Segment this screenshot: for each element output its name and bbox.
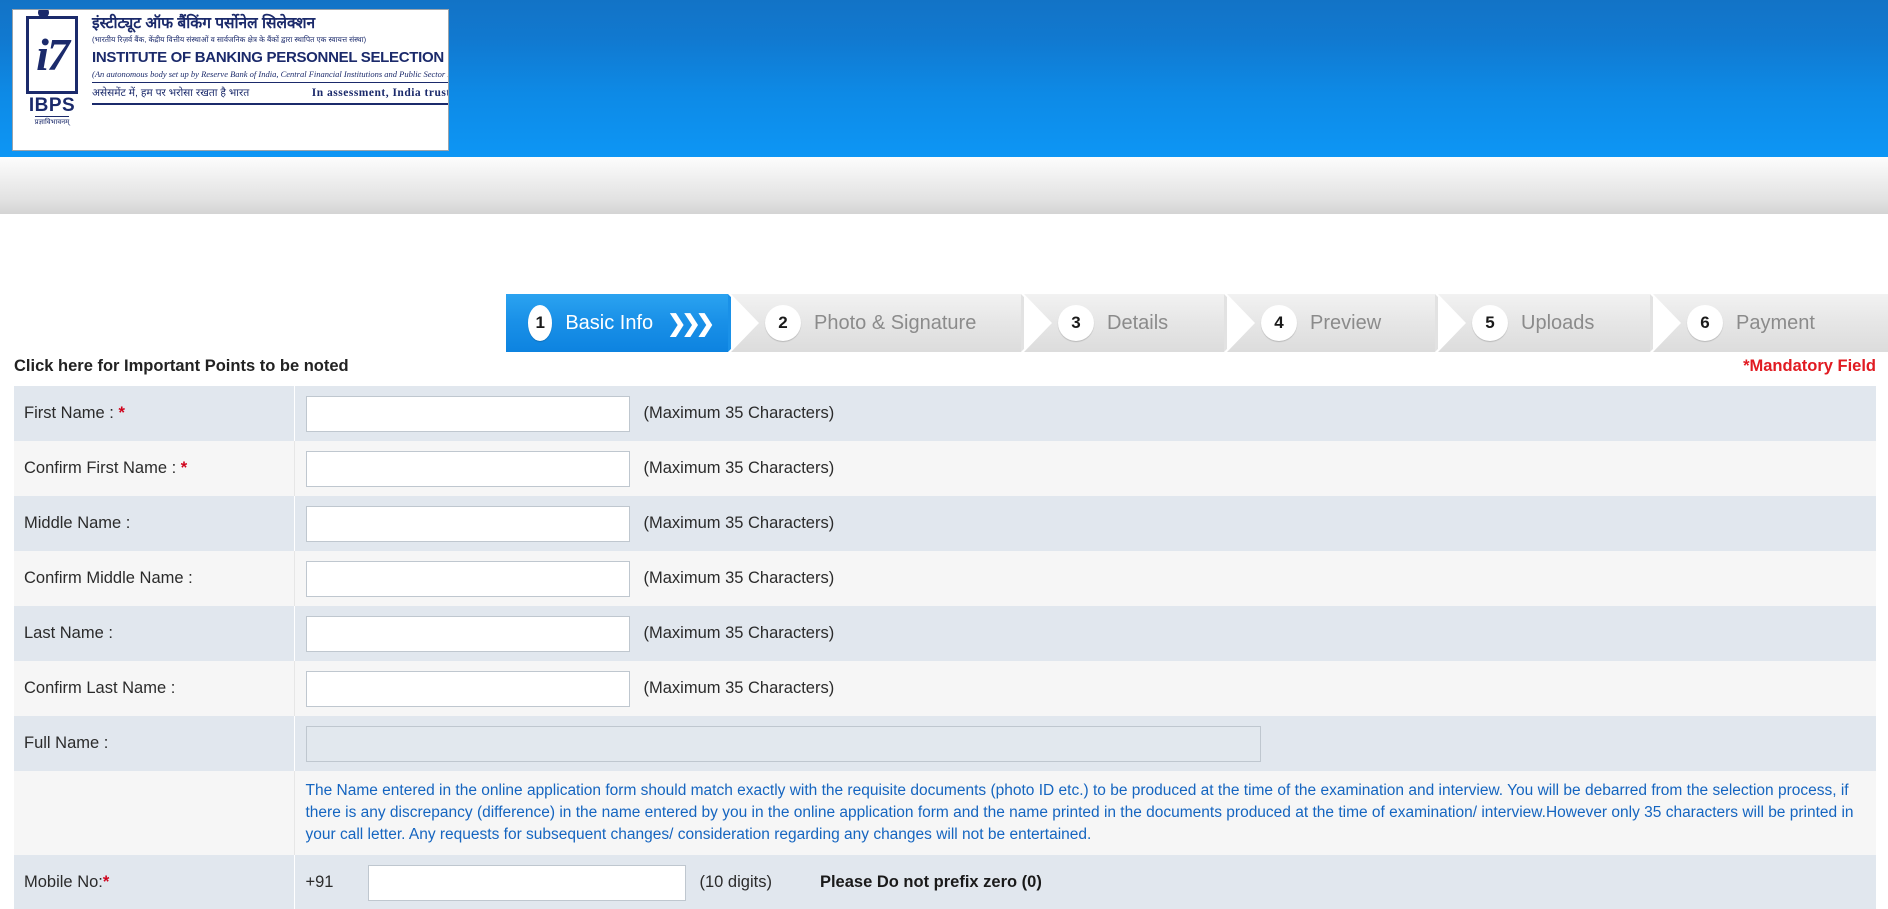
first-name-hint: (Maximum 35 Characters) bbox=[643, 404, 835, 422]
form-subheader: Click here for Important Points to be no… bbox=[0, 352, 1888, 386]
table-row: Full Name : bbox=[14, 716, 1876, 771]
application-step-nav: 1 Basic Info ❯❯❯ 2 Photo & Signature 3 D… bbox=[0, 294, 1888, 352]
step-label: Payment bbox=[1736, 311, 1815, 334]
step-number: 4 bbox=[1261, 305, 1297, 341]
required-asterisk: * bbox=[180, 459, 188, 477]
step-label: Photo & Signature bbox=[814, 311, 977, 334]
confirm-middle-name-hint: (Maximum 35 Characters) bbox=[643, 569, 835, 587]
step-label: Basic Info bbox=[565, 311, 654, 334]
site-header: IBPS प्रज्ञाविभावनम् इंस्टीट्यूट ऑफ बैंक… bbox=[0, 0, 1888, 157]
middle-name-input[interactable] bbox=[305, 505, 630, 542]
confirm-last-name-cell: (Maximum 35 Characters) bbox=[294, 661, 1876, 716]
table-row: Confirm Middle Name : (Maximum 35 Charac… bbox=[14, 551, 1876, 606]
confirm-middle-name-input[interactable] bbox=[305, 560, 630, 597]
mandatory-field-note: *Mandatory Field bbox=[1743, 357, 1876, 375]
middle-name-cell: (Maximum 35 Characters) bbox=[294, 496, 1876, 551]
content-spacer bbox=[0, 214, 1888, 294]
table-row: Last Name : (Maximum 35 Characters) bbox=[14, 606, 1876, 661]
confirm-first-name-cell: (Maximum 35 Characters) bbox=[294, 441, 1876, 496]
last-name-cell: (Maximum 35 Characters) bbox=[294, 606, 1876, 661]
name-note-cell: The Name entered in the online applicati… bbox=[294, 771, 1876, 855]
ibps-motto: प्रज्ञाविभावनम् bbox=[34, 116, 70, 127]
step-number: 1 bbox=[528, 305, 553, 341]
required-asterisk: * bbox=[102, 873, 110, 891]
full-name-cell bbox=[294, 716, 1876, 771]
mobile-no-hint: (10 digits) bbox=[699, 873, 772, 891]
name-match-note: The Name entered in the online applicati… bbox=[305, 782, 1854, 843]
step-number: 2 bbox=[765, 305, 801, 341]
required-asterisk: * bbox=[118, 404, 125, 422]
chevron-right-icon: ❯❯❯ bbox=[667, 309, 715, 336]
note-label-spacer bbox=[14, 771, 295, 855]
label-text: Confirm Last Name : bbox=[24, 679, 176, 697]
logo-hindi-tagline: असेसमेंट में, हम पर भरोसा रखता है भारत bbox=[92, 87, 250, 99]
step-preview[interactable]: 4 Preview bbox=[1227, 294, 1463, 352]
step-number: 5 bbox=[1472, 305, 1508, 341]
header-gray-band bbox=[0, 157, 1888, 214]
table-row: First Name : * (Maximum 35 Characters) bbox=[14, 386, 1876, 441]
last-name-input[interactable] bbox=[305, 615, 630, 652]
logo-english-subtitle: (An autonomous body set up by Reserve Ba… bbox=[92, 68, 448, 83]
last-name-hint: (Maximum 35 Characters) bbox=[643, 624, 835, 642]
logo-hindi-title: इंस्टीट्यूट ऑफ बैंकिंग पर्सोनेल सिलेक्शन bbox=[92, 15, 316, 32]
mobile-no-warning: Please Do not prefix zero (0) bbox=[819, 873, 1042, 891]
confirm-first-name-hint: (Maximum 35 Characters) bbox=[643, 459, 835, 477]
logo-hindi-subtitle: (भारतीय रिज़र्व बैंक, केंद्रीय वित्तीय स… bbox=[92, 35, 367, 44]
label-text: Confirm First Name : bbox=[24, 459, 181, 477]
full-name-label: Full Name : bbox=[14, 716, 295, 771]
label-text: Confirm Middle Name : bbox=[24, 569, 193, 587]
step-number: 6 bbox=[1687, 305, 1723, 341]
confirm-last-name-label: Confirm Last Name : bbox=[14, 661, 295, 716]
label-text: Mobile No: bbox=[24, 873, 103, 891]
ibps-acronym: IBPS bbox=[28, 95, 76, 116]
label-text: Last Name : bbox=[24, 624, 113, 642]
table-row: Mobile No:* +91 (10 digits) Please Do no… bbox=[14, 855, 1876, 909]
step-photo-signature[interactable]: 2 Photo & Signature bbox=[731, 294, 1049, 352]
ibps-logo-mark: IBPS प्रज्ञाविभावनम् bbox=[19, 10, 85, 148]
label-text: First Name : bbox=[24, 404, 119, 422]
logo-english-title: INSTITUTE OF BANKING PERSONNEL SELECTION bbox=[92, 49, 444, 66]
step-payment[interactable]: 6 Payment bbox=[1653, 294, 1888, 352]
label-text: Middle Name : bbox=[24, 514, 131, 532]
basic-info-form: First Name : * (Maximum 35 Characters) C… bbox=[14, 386, 1876, 909]
first-name-cell: (Maximum 35 Characters) bbox=[294, 386, 1876, 441]
full-name-input bbox=[305, 725, 1261, 762]
first-name-label: First Name : * bbox=[14, 386, 295, 441]
confirm-first-name-label: Confirm First Name : * bbox=[14, 441, 295, 496]
step-label: Uploads bbox=[1521, 311, 1595, 334]
step-label: Details bbox=[1107, 311, 1169, 334]
step-number: 3 bbox=[1058, 305, 1094, 341]
first-name-input[interactable] bbox=[305, 395, 630, 432]
table-row: Middle Name : (Maximum 35 Characters) bbox=[14, 496, 1876, 551]
label-text: Full Name : bbox=[24, 734, 109, 752]
mobile-no-input[interactable] bbox=[367, 864, 686, 901]
logo-english-tagline: In assessment, India trusts us bbox=[311, 87, 448, 99]
important-points-link[interactable]: Click here for Important Points to be no… bbox=[14, 357, 349, 376]
middle-name-label: Middle Name : bbox=[14, 496, 295, 551]
confirm-last-name-input[interactable] bbox=[305, 670, 630, 707]
table-row: The Name entered in the online applicati… bbox=[14, 771, 1876, 855]
ibps-monogram-icon bbox=[26, 10, 78, 94]
confirm-last-name-hint: (Maximum 35 Characters) bbox=[643, 679, 835, 697]
step-uploads[interactable]: 5 Uploads bbox=[1438, 294, 1678, 352]
step-label: Preview bbox=[1310, 311, 1382, 334]
middle-name-hint: (Maximum 35 Characters) bbox=[643, 514, 835, 532]
step-basic-info[interactable]: 1 Basic Info ❯❯❯ bbox=[506, 294, 756, 352]
country-code: +91 bbox=[305, 873, 334, 891]
confirm-first-name-input[interactable] bbox=[305, 450, 630, 487]
table-row: Confirm Last Name : (Maximum 35 Characte… bbox=[14, 661, 1876, 716]
step-details[interactable]: 3 Details bbox=[1024, 294, 1252, 352]
confirm-middle-name-label: Confirm Middle Name : bbox=[14, 551, 295, 606]
mobile-no-cell: +91 (10 digits) Please Do not prefix zer… bbox=[294, 855, 1876, 909]
confirm-middle-name-cell: (Maximum 35 Characters) bbox=[294, 551, 1876, 606]
mobile-no-label: Mobile No:* bbox=[14, 855, 295, 909]
ibps-logo: IBPS प्रज्ञाविभावनम् इंस्टीट्यूट ऑफ बैंक… bbox=[12, 9, 449, 151]
table-row: Confirm First Name : * (Maximum 35 Chara… bbox=[14, 441, 1876, 496]
last-name-label: Last Name : bbox=[14, 606, 295, 661]
